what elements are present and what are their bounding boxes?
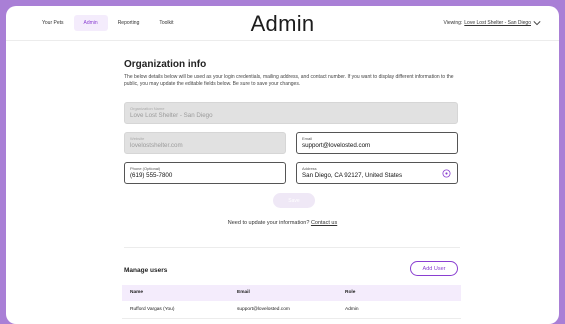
address-field[interactable]: Address San Diego, CA 92127, United Stat… bbox=[296, 162, 458, 184]
field-value[interactable]: (619) 555-7800 bbox=[130, 172, 280, 179]
field-label: Website bbox=[130, 136, 145, 141]
email-field[interactable]: Email support@lovelosted.com bbox=[296, 132, 458, 154]
save-button[interactable]: Save bbox=[273, 193, 315, 208]
top-navigation: Your Pets Admin Reporting Toolkit Admin … bbox=[6, 6, 559, 41]
organization-info-section: Organization info The below details belo… bbox=[124, 59, 458, 94]
field-value[interactable]: support@lovelosted.com bbox=[302, 142, 452, 149]
website-field: Website lovelostshelter.com bbox=[124, 132, 286, 154]
chevron-down-icon[interactable] bbox=[533, 20, 541, 26]
viewing-prefix: Viewing: bbox=[443, 20, 463, 26]
user-role-cell: Admin bbox=[345, 307, 359, 312]
user-email-cell: support@lovelosted.com bbox=[237, 307, 290, 312]
update-info-text: Need to update your information? bbox=[227, 220, 310, 226]
add-user-button[interactable]: Add User bbox=[410, 261, 458, 276]
location-pin-icon[interactable] bbox=[442, 169, 451, 178]
user-name-cell: Rufford Vargas (You) bbox=[130, 307, 175, 312]
viewing-organization-link[interactable]: Love Lost Shelter - San Diego bbox=[464, 20, 531, 26]
field-label: Email bbox=[302, 136, 313, 141]
contact-us-link[interactable]: Contact us bbox=[311, 220, 337, 226]
field-label: Address bbox=[302, 166, 317, 171]
table-row[interactable]: Rufford Vargas (You) support@lovelosted.… bbox=[122, 302, 461, 319]
organization-switcher[interactable]: Viewing: Love Lost Shelter - San Diego bbox=[443, 20, 541, 26]
update-info-prompt: Need to update your information? Contact… bbox=[6, 220, 559, 226]
phone-field[interactable]: Phone (Optional) (619) 555-7800 bbox=[124, 162, 286, 184]
organization-name-field: Organization Name Love Lost Shelter - Sa… bbox=[124, 102, 458, 124]
manage-users-heading: Manage users bbox=[124, 267, 168, 274]
app-window: Your Pets Admin Reporting Toolkit Admin … bbox=[6, 6, 559, 324]
section-heading: Organization info bbox=[124, 59, 207, 70]
column-header-role: Role bbox=[345, 290, 356, 295]
section-divider bbox=[124, 247, 460, 248]
field-label: Organization Name bbox=[130, 106, 165, 111]
field-value: Love Lost Shelter - San Diego bbox=[130, 112, 213, 119]
field-value[interactable]: San Diego, CA 92127, United States bbox=[302, 172, 452, 179]
column-header-email: Email bbox=[237, 290, 250, 295]
users-table-header: Name Email Role bbox=[122, 285, 461, 301]
field-value: lovelostshelter.com bbox=[130, 142, 183, 149]
column-header-name: Name bbox=[130, 290, 144, 295]
field-label: Phone (Optional) bbox=[130, 166, 161, 171]
section-description: The below details below will be used as … bbox=[124, 74, 454, 87]
